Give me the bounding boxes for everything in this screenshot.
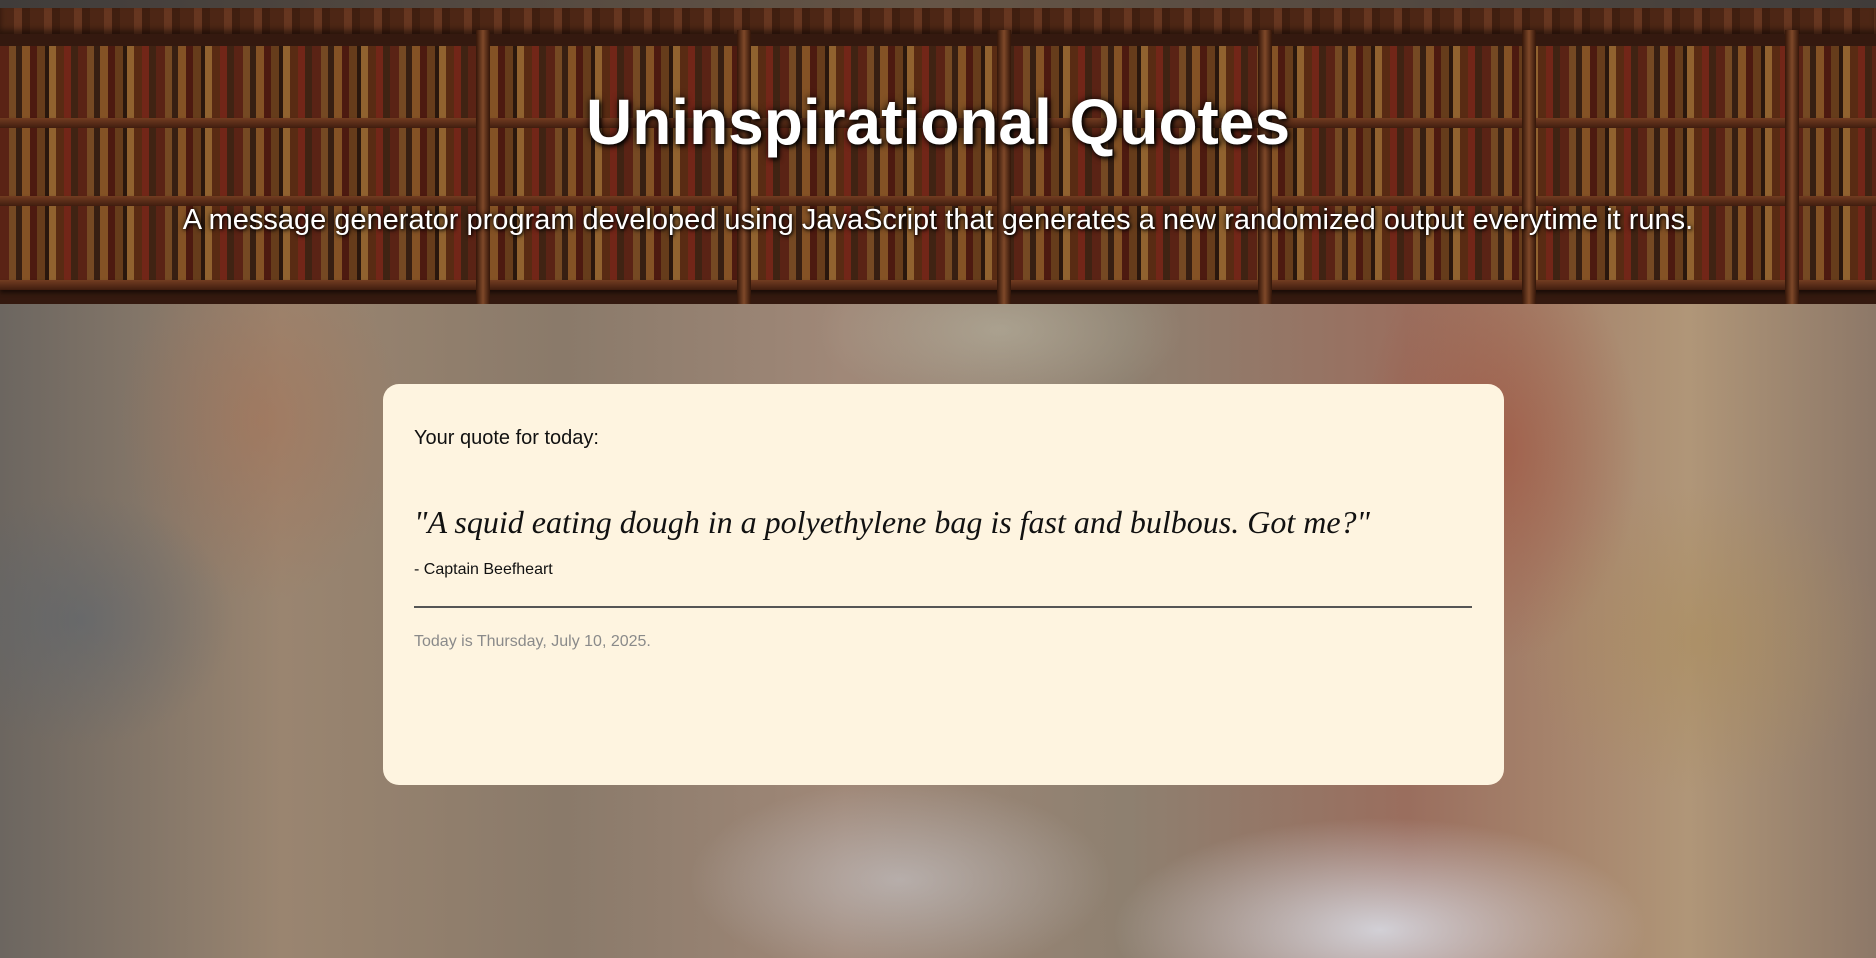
quote-card: Your quote for today: "A squid eating do… [383, 384, 1504, 785]
quote-heading: Your quote for today: [414, 427, 599, 449]
date-text: Today is Thursday, July 10, 2025. [414, 633, 651, 650]
page-title: Uninspirational Quotes [585, 86, 1291, 158]
quote-author: - Captain Beefheart [414, 561, 553, 578]
header-banner: Uninspirational Quotes A message generat… [0, 0, 1876, 304]
card-divider [414, 606, 1472, 608]
quote-text: "A squid eating dough in a polyethylene … [414, 504, 1370, 540]
page-subtitle: A message generator program developed us… [182, 204, 1694, 236]
